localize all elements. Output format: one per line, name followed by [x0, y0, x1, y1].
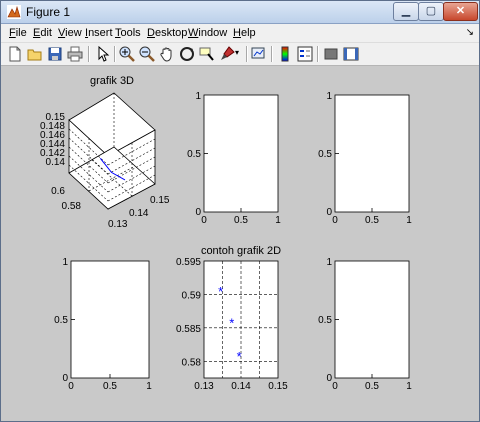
x-tick-label: 0.14	[129, 208, 149, 219]
scatter-point: *	[237, 349, 242, 364]
y-tick-label: 0.5	[187, 149, 201, 160]
menu-bar: File Edit View Insert Tools Desktop Wind…	[1, 24, 479, 42]
rotate-3d-icon[interactable]	[179, 46, 195, 62]
y-tick-label: 0.5	[318, 315, 332, 326]
subplot-3d[interactable]: grafik 3D 0.15 0.148 0.146 0.144 0.142 0…	[40, 75, 170, 230]
x-tick-label: 0.14	[231, 381, 251, 392]
subplot-empty-top-middle[interactable]: 1 0.5 0 0 0.5 1	[187, 91, 281, 226]
x-tick-label: 0	[201, 215, 207, 226]
y-tick-label: 1	[326, 257, 332, 268]
hide-plot-tools-icon[interactable]	[323, 46, 339, 62]
figure-canvas[interactable]: grafik 3D 0.15 0.148 0.146 0.144 0.142 0…	[1, 65, 479, 421]
legend-icon[interactable]	[297, 46, 313, 62]
menu-window[interactable]: Window	[188, 27, 227, 39]
toolbar: ▾	[1, 42, 479, 66]
x-tick-label: 0.5	[103, 381, 117, 392]
save-icon[interactable]	[47, 46, 63, 62]
x-tick-label: 1	[146, 381, 152, 392]
select-arrow-icon[interactable]	[95, 46, 111, 62]
axes-box	[203, 94, 279, 213]
x-tick-label: 0.15	[150, 195, 170, 206]
x-tick-label: 0.5	[365, 381, 379, 392]
menu-view[interactable]: View	[58, 27, 82, 39]
axes-box	[334, 94, 410, 213]
x-tick-label: 0.13	[108, 219, 128, 230]
x-tick-label: 0.5	[234, 215, 248, 226]
x-tick-label: 1	[406, 215, 412, 226]
window-title: Figure 1	[26, 5, 71, 19]
title-bar[interactable]: Figure 1 ▁ ▢ ✕	[1, 1, 479, 24]
menu-insert[interactable]: Insert	[85, 27, 113, 39]
y-tick-label: 0.595	[176, 257, 201, 268]
x-tick-label: 1	[406, 381, 412, 392]
y-tick-label: 0.58	[62, 201, 82, 212]
subplot-2d-title: contoh grafik 2D	[201, 245, 281, 257]
toolbar-separator	[271, 46, 273, 62]
y-tick-label: 0.6	[51, 186, 65, 197]
zoom-out-icon[interactable]	[139, 46, 155, 62]
x-tick-label: 0.5	[365, 215, 379, 226]
x-tick-label: 0	[68, 381, 74, 392]
y-tick-label: 1	[195, 91, 201, 102]
axes-box	[70, 260, 150, 379]
y-tick-label: 0.58	[182, 357, 202, 368]
menu-edit[interactable]: Edit	[33, 27, 52, 39]
menu-dock-arrow-icon[interactable]: ↘	[466, 27, 474, 38]
3d-y-tick-labels: 0.6 0.58	[51, 186, 81, 212]
subplot-2d-scatter[interactable]: contoh grafik 2D 0.13 0.14 0.15 0.58 0.585 0.…	[176, 245, 288, 392]
subplot-3d-title: grafik 3D	[90, 75, 134, 87]
menu-file[interactable]: File	[9, 27, 27, 39]
print-icon[interactable]	[67, 46, 83, 62]
open-file-icon[interactable]	[27, 46, 43, 62]
data-cursor-icon[interactable]	[199, 46, 215, 62]
z-tick-label: 0.14	[46, 157, 66, 168]
y-tick-label: 0.585	[176, 324, 201, 335]
subplot-empty-bottom-right[interactable]: 1 0.5 0 0 0.5 1	[318, 257, 412, 392]
scatter-point: *	[218, 284, 223, 299]
x-tick-label: 1	[275, 215, 281, 226]
x-tick-label: 0	[332, 381, 338, 392]
x-tick-label: 0.15	[268, 381, 288, 392]
show-plot-tools-icon[interactable]	[343, 46, 359, 62]
menu-help[interactable]: Help	[233, 27, 256, 39]
x-tick-label: 0.13	[194, 381, 214, 392]
toolbar-separator	[317, 46, 319, 62]
subplot-empty-bottom-left[interactable]: 1 0.5 0 0 0.5 1	[54, 257, 152, 392]
toolbar-separator	[114, 46, 116, 62]
toolbar-separator	[246, 46, 248, 62]
toolbar-separator	[88, 46, 90, 62]
pan-icon[interactable]	[159, 46, 175, 62]
menu-tools[interactable]: Tools	[115, 27, 141, 39]
menu-desktop[interactable]: Desktop	[147, 27, 187, 39]
brush-icon[interactable]	[219, 46, 235, 62]
figure-window: Figure 1 ▁ ▢ ✕ File Edit View Insert Too…	[0, 0, 480, 422]
link-plot-icon[interactable]	[251, 46, 267, 62]
zoom-in-icon[interactable]	[119, 46, 135, 62]
y-tick-label: 1	[326, 91, 332, 102]
close-button[interactable]: ✕	[443, 2, 478, 21]
subplot-empty-top-right[interactable]: 1 0.5 0 0 0.5 1	[318, 91, 412, 226]
y-tick-label: 1	[62, 257, 68, 268]
3d-z-tick-labels: 0.15 0.148 0.146 0.144 0.142 0.14	[40, 112, 65, 168]
y-tick-label: 0.5	[318, 149, 332, 160]
new-figure-icon[interactable]	[7, 46, 23, 62]
scatter-point: *	[229, 316, 234, 331]
x-tick-label: 0	[332, 215, 338, 226]
brush-dropdown-icon[interactable]: ▾	[235, 48, 239, 57]
minimize-button[interactable]: ▁	[393, 2, 419, 21]
y-tick-label: 0.59	[182, 290, 202, 301]
matlab-icon	[7, 5, 21, 19]
colorbar-icon[interactable]	[277, 46, 293, 62]
y-tick-label: 0.5	[54, 315, 68, 326]
maximize-button[interactable]: ▢	[418, 2, 444, 21]
axes-box	[334, 260, 410, 379]
